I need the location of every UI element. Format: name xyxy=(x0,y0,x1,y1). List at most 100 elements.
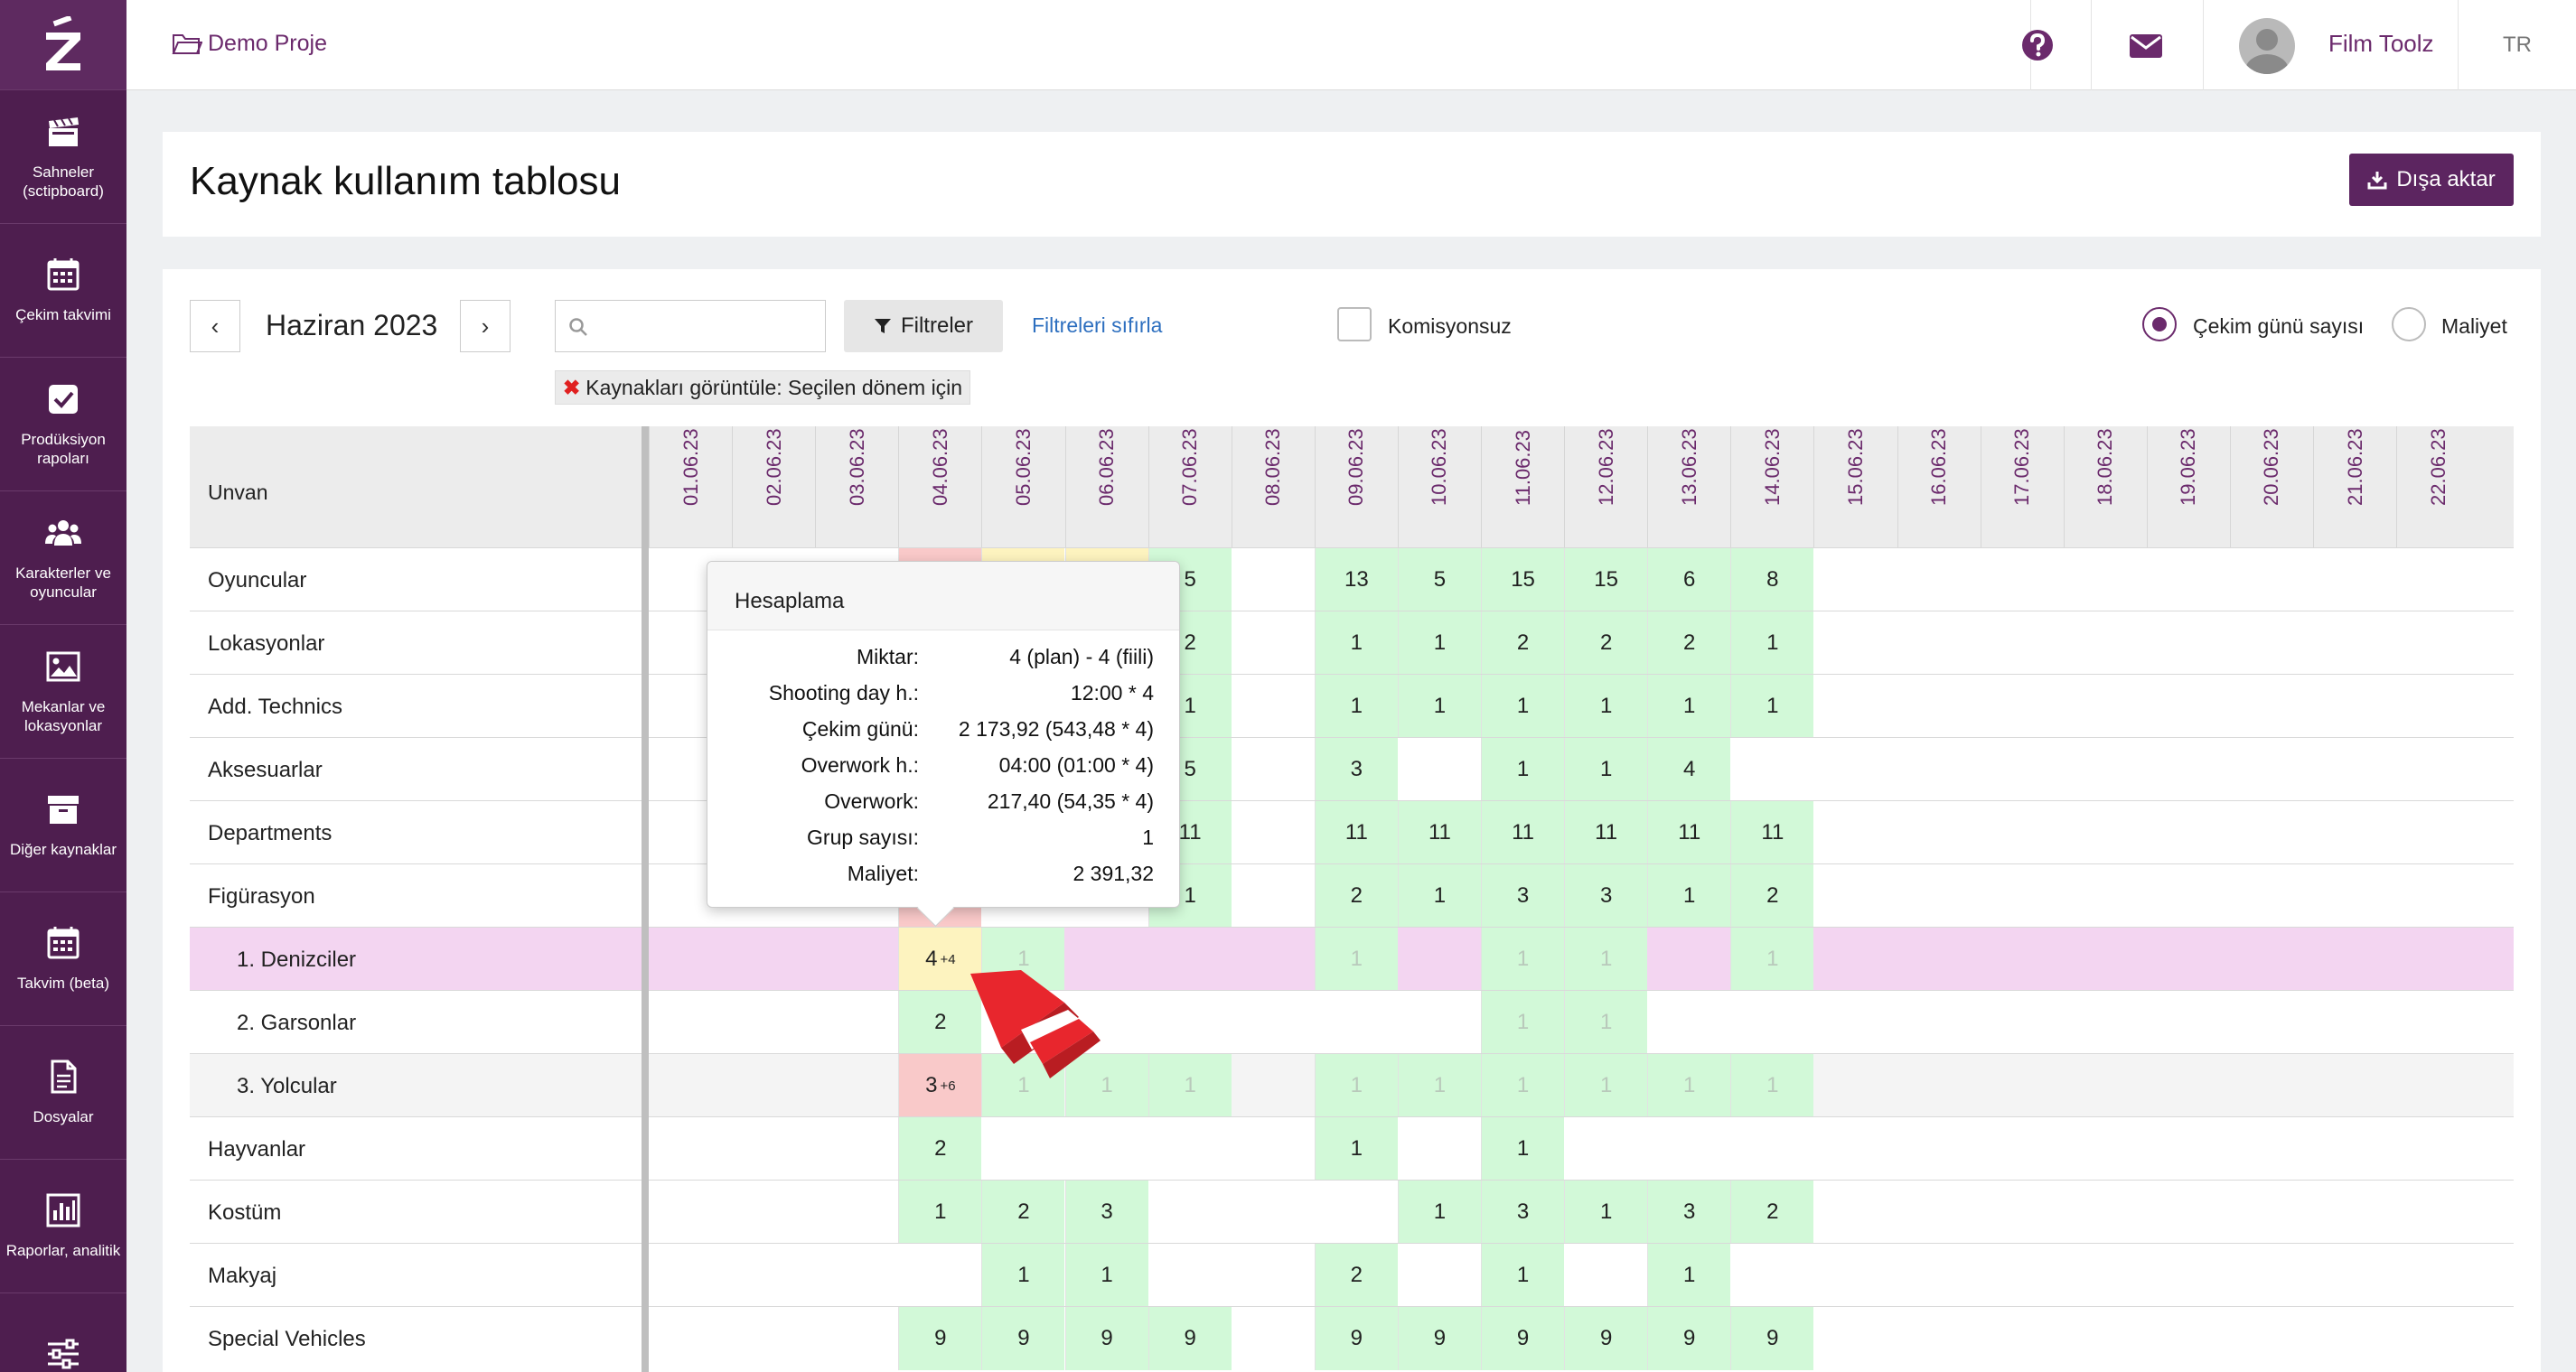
usage-cell[interactable]: 1 xyxy=(1647,675,1731,738)
usage-cell[interactable]: 1 xyxy=(1564,738,1648,801)
sidebar-item-6[interactable]: Diğer kaynaklar xyxy=(0,759,126,892)
date-column-header[interactable]: 01.06.23 xyxy=(649,426,732,547)
sidebar-item-3[interactable]: Prodüksiyon rapoları xyxy=(0,358,126,491)
table-row[interactable]: Hayvanlar 2 1 1 xyxy=(190,1116,2514,1181)
usage-cell[interactable]: 3 xyxy=(1564,864,1648,928)
usage-cell[interactable]: 1 xyxy=(1730,928,1814,991)
date-column-header[interactable]: 05.06.23 xyxy=(981,426,1064,547)
usage-cell[interactable]: 1 xyxy=(1564,1181,1648,1244)
usage-cell[interactable]: 9 xyxy=(981,1307,1065,1370)
usage-cell[interactable]: 9 xyxy=(1314,1307,1398,1370)
usage-cell[interactable]: 2 xyxy=(1647,611,1731,675)
reset-filters-link[interactable]: Filtreleri sıfırla xyxy=(1032,313,1162,338)
usage-cell[interactable]: 3 xyxy=(1647,1181,1731,1244)
usage-cell[interactable]: 1 xyxy=(1481,738,1565,801)
usage-cell[interactable]: 11 xyxy=(1730,801,1814,864)
sidebar-item-1[interactable]: Sahneler (sctipboard) xyxy=(0,90,126,224)
usage-cell[interactable]: 3 xyxy=(1064,1181,1148,1244)
cost-radio[interactable] xyxy=(2392,307,2426,341)
usage-cell[interactable]: 1 xyxy=(1314,611,1398,675)
filter-button[interactable]: Filtreler xyxy=(844,300,1003,352)
table-row[interactable]: Kostüm 1 2 3 1 3 1 3 2 xyxy=(190,1180,2514,1244)
date-column-header[interactable]: 18.06.23 xyxy=(2063,426,2147,547)
date-column-header[interactable]: 21.06.23 xyxy=(2313,426,2396,547)
app-logo[interactable] xyxy=(0,0,126,90)
sidebar-item-4[interactable]: Karakterler ve oyuncular xyxy=(0,491,126,625)
table-row[interactable]: 1. Denizciler 4 +4 1 1 1 1 1 xyxy=(190,927,2514,991)
usage-cell[interactable]: 2 xyxy=(1314,864,1398,928)
usage-cell[interactable]: 11 xyxy=(1481,801,1565,864)
usage-cell[interactable]: 9 xyxy=(1647,1307,1731,1370)
usage-cell[interactable]: 15 xyxy=(1481,548,1565,611)
usage-cell[interactable]: 1 xyxy=(1647,1054,1731,1117)
usage-cell[interactable]: 13 xyxy=(1314,548,1398,611)
usage-cell[interactable]: 11 xyxy=(1647,801,1731,864)
date-column-header[interactable]: 17.06.23 xyxy=(1980,426,2064,547)
usage-cell[interactable]: 2 xyxy=(1481,611,1565,675)
usage-cell[interactable]: 1 xyxy=(1481,1244,1565,1307)
usage-cell[interactable]: 1 xyxy=(1397,611,1481,675)
usage-cell[interactable]: 11 xyxy=(1397,801,1481,864)
usage-cell[interactable]: 1 xyxy=(1730,675,1814,738)
remove-filter-icon[interactable]: ✖ xyxy=(563,376,580,400)
table-row[interactable]: 2. Garsonlar 2 1 1 xyxy=(190,990,2514,1054)
mail-icon[interactable] xyxy=(2128,31,2164,64)
usage-cell[interactable]: 3 xyxy=(1481,864,1565,928)
usage-cell[interactable]: 1 xyxy=(981,1244,1065,1307)
avatar[interactable] xyxy=(2239,18,2295,74)
usage-cell[interactable]: 1 xyxy=(1397,864,1481,928)
date-column-header[interactable]: 02.06.23 xyxy=(732,426,815,547)
usage-cell[interactable]: 1 xyxy=(1397,1181,1481,1244)
usage-cell[interactable]: 2 xyxy=(981,1181,1065,1244)
usage-cell[interactable]: 2 xyxy=(1730,864,1814,928)
usage-cell[interactable]: 1 xyxy=(1481,928,1565,991)
usage-cell[interactable]: 1 xyxy=(1481,1117,1565,1181)
date-column-header[interactable]: 06.06.23 xyxy=(1064,426,1148,547)
usage-cell[interactable]: 1 xyxy=(1314,928,1398,991)
table-row[interactable]: Aksesuarlar 5 3 1 1 4 xyxy=(190,737,2514,801)
table-row[interactable]: Lokasyonlar 2 1 1 2 2 2 1 xyxy=(190,611,2514,675)
usage-cell[interactable]: 1 xyxy=(1314,1117,1398,1181)
sidebar-item-9[interactable]: Raporlar, analitik xyxy=(0,1160,126,1293)
usage-cell[interactable]: 1 xyxy=(1564,675,1648,738)
date-column-header[interactable]: 15.06.23 xyxy=(1813,426,1897,547)
language-switch[interactable]: TR xyxy=(2503,33,2532,58)
usage-cell[interactable]: 9 xyxy=(1564,1307,1648,1370)
export-button[interactable]: Dışa aktar xyxy=(2349,154,2514,206)
date-column-header[interactable]: 10.06.23 xyxy=(1397,426,1481,547)
usage-cell[interactable]: 1 xyxy=(1564,991,1648,1054)
usage-cell[interactable]: 1 xyxy=(898,1181,982,1244)
table-row[interactable]: 3. Yolcular 3 +6 1 1 1 1 1 1 1 1 1 xyxy=(190,1053,2514,1117)
sidebar-item-8[interactable]: Dosyalar xyxy=(0,1026,126,1160)
table-row[interactable]: Oyuncular 5 13 5 15 15 6 8 xyxy=(190,547,2514,611)
usage-cell[interactable]: 1 xyxy=(1564,928,1648,991)
usage-cell[interactable]: 1 xyxy=(1647,864,1731,928)
usage-cell[interactable]: 9 xyxy=(1064,1307,1148,1370)
date-column-header[interactable]: 08.06.23 xyxy=(1231,426,1315,547)
usage-cell[interactable]: 15 xyxy=(1564,548,1648,611)
usage-cell[interactable]: 3 xyxy=(1314,738,1398,801)
usage-cell[interactable]: 4 xyxy=(1647,738,1731,801)
usage-cell[interactable]: 8 xyxy=(1730,548,1814,611)
date-column-header[interactable]: 12.06.23 xyxy=(1564,426,1647,547)
date-column-header[interactable]: 22.06.23 xyxy=(2396,426,2479,547)
usage-cell[interactable]: 1 xyxy=(1481,991,1565,1054)
date-column-header[interactable]: 20.06.23 xyxy=(2229,426,2313,547)
help-icon[interactable] xyxy=(2019,27,2056,68)
usage-cell[interactable]: 9 xyxy=(1397,1307,1481,1370)
usage-cell[interactable]: 3 xyxy=(1481,1181,1565,1244)
table-row[interactable]: Special Vehicles 9 9 9 9 9 9 9 9 9 9 xyxy=(190,1306,2514,1370)
usage-cell[interactable]: 1 xyxy=(1397,1054,1481,1117)
sidebar-item-5[interactable]: Mekanlar ve lokasyonlar xyxy=(0,625,126,759)
prev-month-button[interactable]: ‹ xyxy=(190,300,240,352)
usage-cell[interactable]: 9 xyxy=(1481,1307,1565,1370)
usage-cell[interactable]: 9 xyxy=(1730,1307,1814,1370)
breadcrumb-project[interactable]: Demo Proje xyxy=(172,31,327,57)
no-commission-checkbox[interactable] xyxy=(1337,307,1372,341)
usage-cell[interactable]: 1 xyxy=(1147,1054,1232,1117)
date-column-header[interactable]: 13.06.23 xyxy=(1647,426,1730,547)
usage-cell[interactable]: 2 xyxy=(1730,1181,1814,1244)
next-month-button[interactable]: › xyxy=(460,300,511,352)
usage-cell[interactable]: 1 xyxy=(1064,1244,1148,1307)
usage-cell[interactable]: 1 xyxy=(1730,1054,1814,1117)
